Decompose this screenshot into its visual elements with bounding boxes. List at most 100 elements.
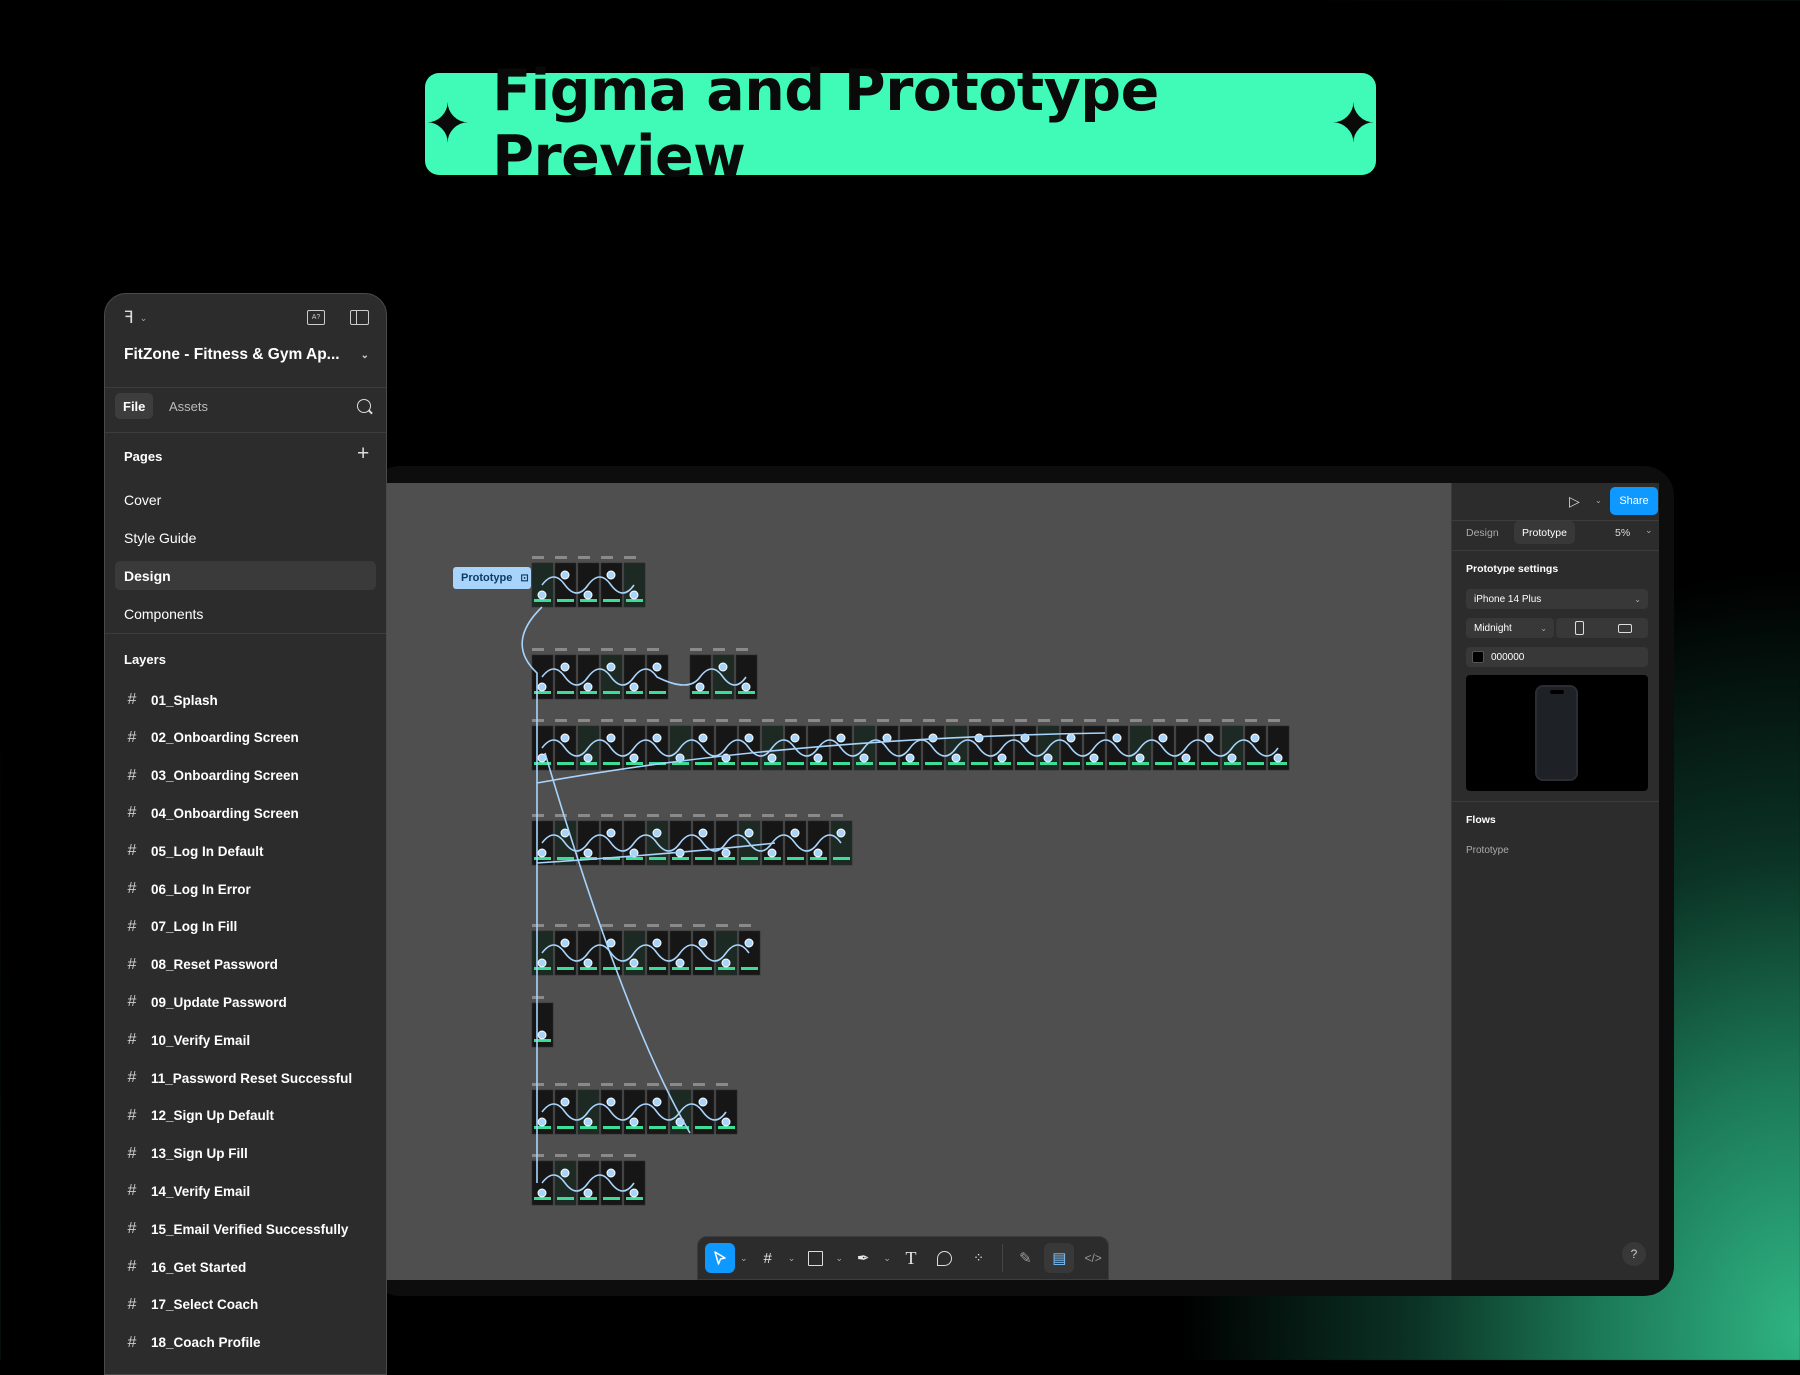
background-color-field[interactable]: 000000 xyxy=(1466,647,1648,667)
connection-node[interactable] xyxy=(629,1117,639,1127)
page-item-style-guide[interactable]: Style Guide xyxy=(124,530,196,546)
connection-node[interactable] xyxy=(744,733,754,743)
connection-node[interactable] xyxy=(1273,753,1283,763)
connection-node[interactable] xyxy=(1112,733,1122,743)
connection-node[interactable] xyxy=(1204,733,1214,743)
connection-node[interactable] xyxy=(606,570,616,580)
layer-item[interactable]: #04_Onboarding Screen xyxy=(125,804,299,822)
tab-prototype[interactable]: Prototype xyxy=(1514,521,1575,544)
connection-node[interactable] xyxy=(721,1117,731,1127)
connection-node[interactable] xyxy=(1181,753,1191,763)
connection-node[interactable] xyxy=(606,733,616,743)
connection-node[interactable] xyxy=(629,753,639,763)
text-tool-icon[interactable]: T xyxy=(896,1243,926,1273)
connection-node[interactable] xyxy=(583,753,593,763)
layer-item[interactable]: #08_Reset Password xyxy=(125,956,278,974)
chevron-down-icon[interactable]: ⌄ xyxy=(834,1253,844,1264)
connection-node[interactable] xyxy=(537,848,547,858)
connection-node[interactable] xyxy=(1043,753,1053,763)
comment-tool-icon[interactable] xyxy=(930,1243,960,1273)
connection-node[interactable] xyxy=(583,1117,593,1127)
connection-node[interactable] xyxy=(606,662,616,672)
connection-node[interactable] xyxy=(652,733,662,743)
move-tool-icon[interactable] xyxy=(705,1243,735,1273)
help-button[interactable]: ? xyxy=(1622,1242,1646,1266)
figma-logo-icon[interactable]: ꟻ xyxy=(124,308,134,328)
connection-node[interactable] xyxy=(537,1188,547,1198)
connection-node[interactable] xyxy=(652,828,662,838)
connection-node[interactable] xyxy=(741,682,751,692)
connection-node[interactable] xyxy=(767,848,777,858)
connection-node[interactable] xyxy=(695,682,705,692)
connection-node[interactable] xyxy=(721,848,731,858)
connection-node[interactable] xyxy=(537,753,547,763)
layer-item[interactable]: #01_Splash xyxy=(125,691,218,709)
layer-item[interactable]: #11_Password Reset Successful xyxy=(125,1069,353,1087)
portrait-icon[interactable] xyxy=(1556,618,1602,638)
model-select[interactable]: Midnight ⌄ xyxy=(1466,618,1554,638)
connection-node[interactable] xyxy=(1158,733,1168,743)
background-color-value[interactable]: 000000 xyxy=(1491,652,1524,663)
connection-node[interactable] xyxy=(974,733,984,743)
tab-assets[interactable]: Assets xyxy=(169,399,208,414)
zoom-level[interactable]: 5% xyxy=(1615,527,1630,539)
zoom-chevron-icon[interactable]: ⌄ xyxy=(1645,525,1653,536)
connection-node[interactable] xyxy=(606,1097,616,1107)
page-item-cover[interactable]: Cover xyxy=(124,492,161,508)
rectangle-tool-icon[interactable] xyxy=(801,1243,831,1273)
layer-item[interactable]: #07_Log In Fill xyxy=(125,918,238,936)
connection-node[interactable] xyxy=(537,682,547,692)
connection-node[interactable] xyxy=(629,682,639,692)
orientation-toggle[interactable] xyxy=(1556,618,1648,638)
connection-node[interactable] xyxy=(859,753,869,763)
connection-node[interactable] xyxy=(583,958,593,968)
connection-node[interactable] xyxy=(537,590,547,600)
landscape-icon[interactable] xyxy=(1602,618,1648,638)
flow-item-prototype[interactable]: Prototype xyxy=(1466,845,1509,856)
connection-node[interactable] xyxy=(1250,733,1260,743)
search-icon[interactable] xyxy=(357,399,373,415)
connection-node[interactable] xyxy=(560,570,570,580)
page-item-design[interactable]: Design xyxy=(124,568,171,584)
connection-node[interactable] xyxy=(813,753,823,763)
chevron-down-icon[interactable]: ⌄ xyxy=(787,1253,797,1264)
connection-node[interactable] xyxy=(951,753,961,763)
layer-item[interactable]: #05_Log In Default xyxy=(125,842,264,860)
connection-node[interactable] xyxy=(583,848,593,858)
layer-item[interactable]: #03_Onboarding Screen xyxy=(125,767,299,785)
connection-node[interactable] xyxy=(629,958,639,968)
connection-node[interactable] xyxy=(537,1117,547,1127)
connection-node[interactable] xyxy=(560,938,570,948)
tab-design[interactable]: Design xyxy=(1466,527,1499,539)
connection-node[interactable] xyxy=(790,733,800,743)
connection-node[interactable] xyxy=(1089,753,1099,763)
connection-node[interactable] xyxy=(997,753,1007,763)
connection-node[interactable] xyxy=(652,1097,662,1107)
connection-node[interactable] xyxy=(675,958,685,968)
connection-node[interactable] xyxy=(583,590,593,600)
dev-mode-icon[interactable]: </> xyxy=(1078,1243,1108,1273)
connection-node[interactable] xyxy=(560,662,570,672)
add-page-icon[interactable]: + xyxy=(357,442,369,466)
connection-node[interactable] xyxy=(698,828,708,838)
project-name[interactable]: FitZone - Fitness & Gym Ap... ⌄ xyxy=(124,346,369,364)
connection-node[interactable] xyxy=(836,733,846,743)
layer-item[interactable]: #09_Update Password xyxy=(125,993,287,1011)
layer-item[interactable]: #02_Onboarding Screen xyxy=(125,729,299,747)
connection-node[interactable] xyxy=(698,938,708,948)
main-menu[interactable]: ꟻ ⌄ xyxy=(124,308,147,328)
connection-node[interactable] xyxy=(1066,733,1076,743)
connection-node[interactable] xyxy=(652,938,662,948)
connection-node[interactable] xyxy=(537,958,547,968)
connection-node[interactable] xyxy=(629,590,639,600)
connection-node[interactable] xyxy=(583,1188,593,1198)
connection-node[interactable] xyxy=(698,1097,708,1107)
connection-node[interactable] xyxy=(606,1168,616,1178)
connection-node[interactable] xyxy=(652,662,662,672)
connection-node[interactable] xyxy=(1227,753,1237,763)
layer-item[interactable]: #12_Sign Up Default xyxy=(125,1107,274,1125)
frame-tool-icon[interactable]: # xyxy=(753,1243,783,1273)
layer-item[interactable]: #10_Verify Email xyxy=(125,1031,251,1049)
layer-item[interactable]: #17_Select Coach xyxy=(125,1296,259,1314)
connection-node[interactable] xyxy=(537,1030,547,1040)
